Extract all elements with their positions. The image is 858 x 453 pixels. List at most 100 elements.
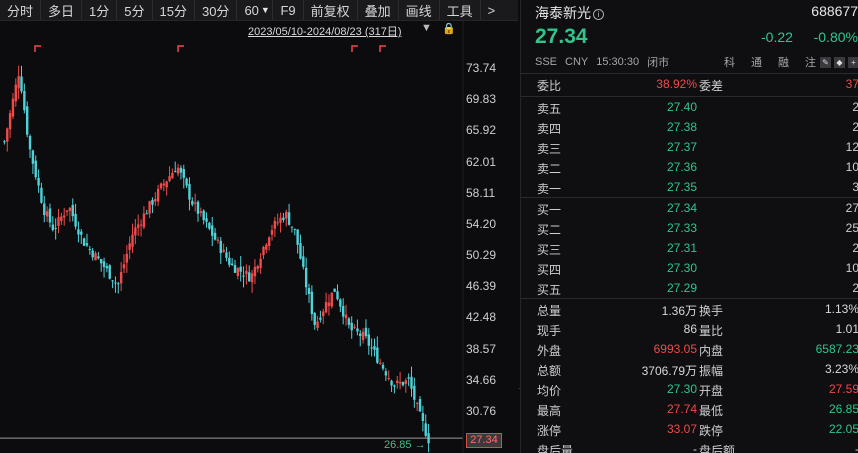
stat-label: 盘后量: [537, 444, 574, 453]
candle-body: [401, 382, 405, 386]
plus-icon[interactable]: +: [848, 56, 858, 68]
ask-volume: 3: [852, 180, 858, 194]
ask-price: 27.37: [666, 140, 697, 154]
ask-price: 27.38: [666, 120, 697, 134]
ask-row: 卖五 27.40 2: [521, 100, 858, 120]
tag-connect: 通: [751, 57, 762, 69]
overlay-button[interactable]: 叠加: [358, 0, 399, 20]
candle-body: [393, 385, 396, 387]
candle-body: [77, 229, 80, 235]
ask-price: 27.35: [666, 180, 697, 194]
lock-icon[interactable]: 🔒: [442, 22, 456, 35]
chevron-down-icon: ▼: [260, 5, 270, 15]
quote-panel: 海泰新光 i 688677 27.34 -0.22 -0.80% SSE CNY …: [520, 0, 858, 453]
candle-body: [60, 216, 63, 222]
candle-body: [287, 212, 291, 225]
tools-button[interactable]: 工具: [440, 0, 481, 20]
stats-row: 盘后量 - 盘后额 -: [521, 442, 858, 453]
tab-multi-day[interactable]: 多日: [41, 0, 83, 20]
candle-body: [236, 268, 240, 277]
stat-label: 最低: [699, 404, 724, 418]
adjust-button[interactable]: 前复权: [304, 0, 358, 20]
candle-body: [119, 272, 123, 284]
range-dropdown-icon[interactable]: ▼: [421, 22, 432, 34]
candle-body: [285, 211, 288, 219]
date-range-label[interactable]: 2023/05/10-2024/08/23 (317日): [248, 23, 402, 39]
info-icon[interactable]: i: [593, 9, 604, 20]
stats-row: 现手 86 量比 1.01: [521, 322, 858, 342]
min-price-label: 26.85 →: [384, 439, 426, 451]
candle-body: [293, 228, 296, 230]
candle-body: [17, 76, 20, 89]
candle-body: [185, 178, 188, 186]
bid-price: 27.34: [666, 201, 697, 215]
candle-body: [324, 302, 328, 313]
stock-name[interactable]: 海泰新光 i: [535, 3, 604, 23]
candle-body: [230, 263, 234, 265]
candle-body: [162, 183, 166, 186]
candle-body: [233, 265, 237, 273]
more-button[interactable]: >: [481, 0, 503, 20]
stat-label: 跌停: [699, 424, 724, 438]
candle-body: [339, 299, 342, 307]
candle-body: [43, 203, 46, 216]
stats-row: 最高 27.74 最低 26.85: [521, 402, 858, 422]
candle-body: [319, 317, 322, 320]
candle-body: [182, 169, 185, 178]
price-tick-label: 65.92: [466, 123, 497, 138]
tab-15min[interactable]: 15分: [153, 0, 195, 20]
candle-body: [250, 273, 254, 283]
tab-30min[interactable]: 30分: [195, 0, 238, 20]
bid-label: 买二: [537, 223, 562, 237]
bid-price: 27.31: [666, 241, 697, 255]
stat-value: 27.74: [666, 402, 697, 416]
period-dropdown-label: 60: [244, 2, 259, 18]
candle-body: [65, 210, 69, 212]
tab-5min[interactable]: 5分: [117, 0, 153, 20]
stat-value: 26.85: [828, 402, 858, 416]
candle-body: [202, 210, 205, 221]
bell-icon[interactable]: ◆: [834, 56, 845, 68]
tab-intraday[interactable]: 分时: [0, 0, 42, 20]
candlestick-plot[interactable]: [0, 21, 518, 453]
candle-body: [159, 183, 163, 189]
candle-body: [381, 364, 385, 369]
candle-body: [48, 208, 52, 223]
f9-button[interactable]: F9: [273, 0, 304, 20]
candle-body: [102, 261, 106, 268]
candle-body: [51, 224, 55, 231]
change-abs: -0.22: [761, 29, 793, 45]
candle-body: [23, 91, 26, 111]
tab-1min[interactable]: 1分: [82, 0, 118, 20]
candle-body: [296, 229, 299, 245]
candle-body: [282, 217, 285, 220]
kline-chart[interactable]: 2023/05/10-2024/08/23 (317日) ▼ 🔒 73.74 69…: [0, 21, 518, 453]
draw-line-button[interactable]: 画线: [399, 0, 440, 20]
stat-label: 涨停: [537, 424, 562, 438]
candle-body: [80, 231, 83, 235]
candle-body: [248, 272, 251, 282]
tag-margin: 融: [778, 57, 789, 69]
bid-label: 买一: [537, 203, 562, 217]
candle-body: [68, 207, 72, 211]
stat-value: 6587.23: [815, 342, 858, 356]
candle-body: [245, 270, 248, 275]
candle-body: [341, 306, 345, 317]
candle-body: [256, 266, 259, 269]
candle-body: [353, 326, 356, 328]
weibi-value: 38.92%: [656, 77, 697, 91]
status-row: SSE CNY 15:30:30 闭市 科 通 融 注 ✎ ◆ +: [535, 54, 858, 70]
period-dropdown[interactable]: 60 ▼: [237, 0, 274, 20]
candle-body: [265, 244, 268, 250]
candle-body: [6, 128, 9, 142]
candle-body: [364, 327, 368, 337]
price-tick-label: 46.39: [466, 279, 497, 294]
candle-body: [413, 385, 416, 400]
signal-marker: [351, 45, 358, 52]
price-tick-label: 58.11: [466, 185, 496, 200]
candle-body: [25, 106, 29, 135]
stats-row: 外盘 6993.05 内盘 6587.23: [521, 342, 858, 362]
pencil-icon[interactable]: ✎: [820, 56, 831, 68]
candle-body: [91, 250, 94, 258]
candle-body: [205, 218, 208, 222]
